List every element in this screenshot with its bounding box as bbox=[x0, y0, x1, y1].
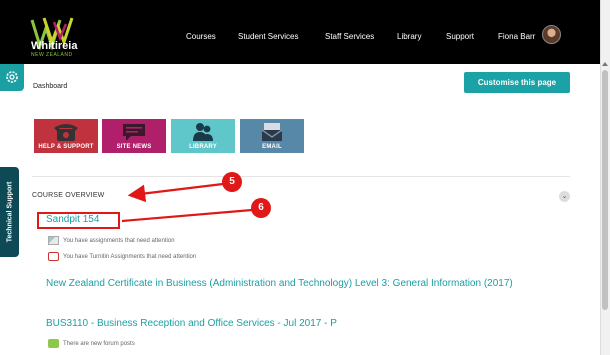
annotation-badge: 5 bbox=[222, 172, 242, 192]
annotation-badge: 6 bbox=[251, 198, 271, 218]
annotation-arrows bbox=[121, 182, 253, 223]
